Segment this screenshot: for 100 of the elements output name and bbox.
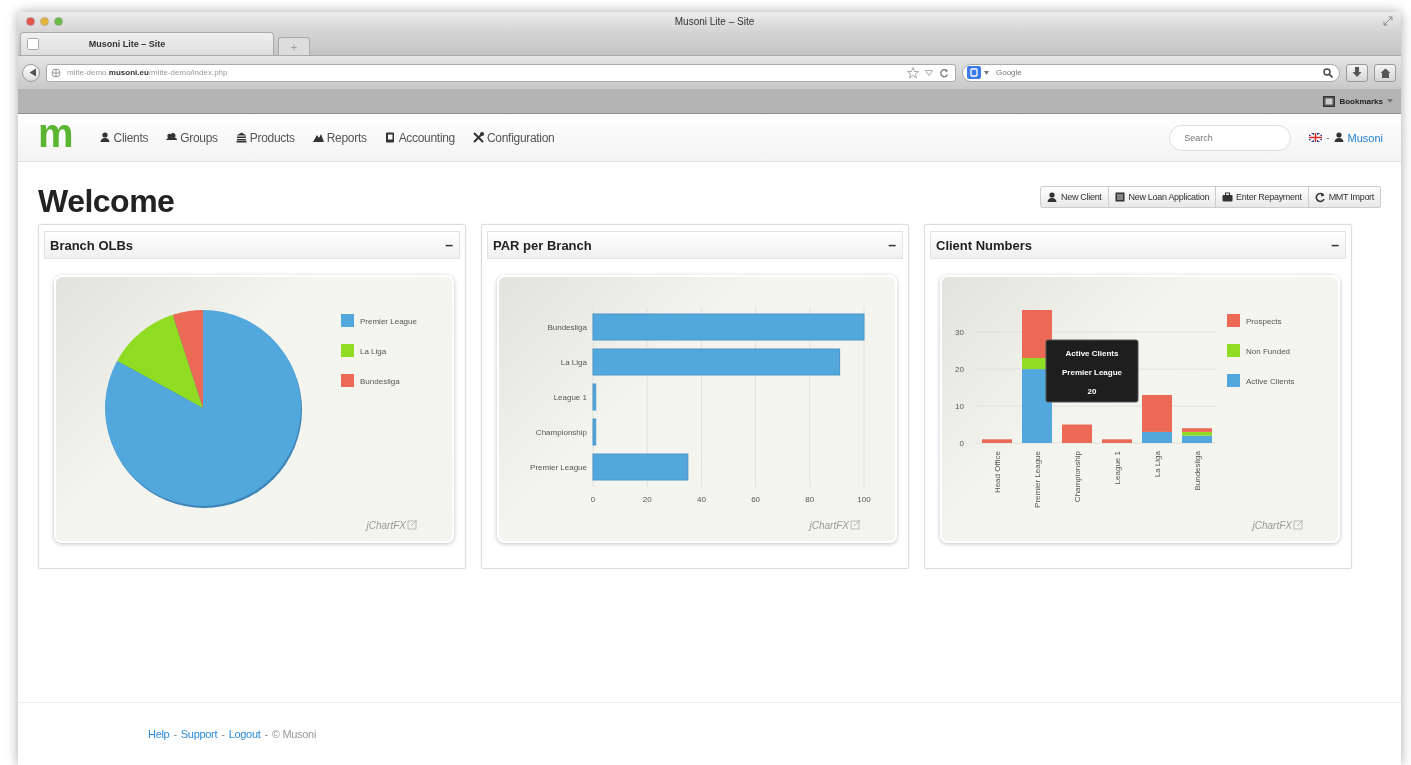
star-icon[interactable] xyxy=(907,66,919,79)
action-button[interactable]: MMT Import xyxy=(1308,186,1381,208)
address-bar[interactable]: mlite-demo.musoni.eu/mlite-demo/index.php xyxy=(46,63,956,82)
collapse-button[interactable]: – xyxy=(888,237,896,253)
list-icon xyxy=(1114,191,1126,203)
bookmarks-button[interactable]: Bookmarks xyxy=(1323,95,1383,107)
legend-label: Bundesliga xyxy=(360,377,400,386)
search-field[interactable]: Google xyxy=(992,68,1320,77)
search-field[interactable]: Search xyxy=(1169,124,1292,151)
legend-label: Premier League xyxy=(360,317,417,326)
panel-title: PAR per Branch xyxy=(493,237,592,253)
home-icon xyxy=(1379,67,1391,78)
refresh-icon xyxy=(1314,191,1326,203)
axis-tick-label: 20 xyxy=(955,365,964,375)
external-link-icon[interactable] xyxy=(850,519,861,530)
person-icon xyxy=(1047,191,1059,203)
collapse-button[interactable]: – xyxy=(1331,237,1339,253)
collapse-button[interactable]: – xyxy=(445,237,453,253)
footer-link[interactable]: Logout xyxy=(228,728,261,740)
axis-tick-label: 100 xyxy=(857,495,871,504)
tools-icon xyxy=(473,132,484,143)
nav-link[interactable]: Accounting xyxy=(384,130,455,145)
flag-icon[interactable] xyxy=(1309,133,1323,142)
category-label: Championship xyxy=(1073,451,1082,503)
book-icon xyxy=(384,132,396,143)
nav-link[interactable]: Clients xyxy=(99,130,149,145)
axis-tick-label: 80 xyxy=(805,495,815,504)
category-label: Bundesliga xyxy=(547,323,587,332)
category-label: League 1 xyxy=(553,393,587,402)
nav-link[interactable]: Products xyxy=(235,130,295,145)
bar-segment[interactable] xyxy=(1022,310,1052,359)
search-bar[interactable]: Google xyxy=(962,63,1340,82)
person-icon xyxy=(1333,132,1345,143)
category-label: Bundesliga xyxy=(1193,451,1202,491)
dropdown-icon[interactable] xyxy=(984,70,989,75)
action-button[interactable]: New Client xyxy=(1040,186,1109,208)
browser-tab[interactable]: Musoni Lite – Site xyxy=(20,32,274,55)
category-label: Premier League xyxy=(1033,451,1042,508)
legend-label: Non Funded xyxy=(1246,347,1291,356)
action-button[interactable]: Enter Repayment xyxy=(1216,186,1309,208)
footer-link[interactable]: Help xyxy=(148,728,170,740)
bookmarks-icon xyxy=(1323,95,1336,107)
nav-link[interactable]: Reports xyxy=(312,130,367,145)
separator: - xyxy=(1326,132,1330,143)
panel-title: Branch OLBs xyxy=(50,237,134,253)
bar-segment[interactable] xyxy=(1022,369,1052,443)
external-link-icon[interactable] xyxy=(407,519,418,530)
category-label: League 1 xyxy=(1113,451,1122,485)
legend-label: Active Clients xyxy=(1246,377,1295,386)
chart-tooltip: Active Clients Premier League 20 xyxy=(1045,339,1139,403)
axis-tick-label: 0 xyxy=(590,495,596,504)
axis-tick-label: 60 xyxy=(751,495,761,504)
download-icon xyxy=(1352,67,1362,78)
bar[interactable] xyxy=(592,383,597,411)
fullscreen-icon[interactable] xyxy=(1383,16,1393,26)
category-label: La Liga xyxy=(560,358,587,367)
copyright-text: © Musoni xyxy=(271,728,317,740)
separator: - xyxy=(264,728,268,740)
axis-tick-label: 30 xyxy=(955,328,964,338)
footer-link[interactable]: Support xyxy=(180,728,218,740)
legend-label: La Liga xyxy=(360,347,387,356)
person-icon xyxy=(99,132,111,143)
page-icon xyxy=(27,38,39,50)
reload-icon[interactable] xyxy=(939,67,949,78)
group-icon xyxy=(166,132,178,143)
axis-tick-label: 40 xyxy=(696,495,706,504)
bar[interactable] xyxy=(592,418,597,446)
action-button[interactable]: New Loan Application xyxy=(1108,186,1217,208)
back-icon xyxy=(28,68,37,77)
legend-label: Prospects xyxy=(1246,317,1282,326)
user-link[interactable]: Musoni xyxy=(1333,131,1383,144)
external-link-icon[interactable] xyxy=(1293,519,1304,530)
search-engine-icon[interactable] xyxy=(967,66,981,79)
page-title: Welcome xyxy=(38,183,175,220)
globe-icon xyxy=(51,67,61,78)
axis-tick-label: 10 xyxy=(955,402,964,412)
nav-link[interactable]: Configuration xyxy=(473,130,555,145)
back-button[interactable] xyxy=(22,63,40,82)
axis-tick-label: 0 xyxy=(959,439,964,448)
category-label: Head Office xyxy=(993,451,1002,494)
bank-icon xyxy=(235,132,247,143)
download-button[interactable] xyxy=(1346,63,1368,82)
dropdown-icon[interactable] xyxy=(925,69,933,76)
category-label: Championship xyxy=(535,428,587,437)
bar[interactable] xyxy=(592,313,865,341)
chart-icon xyxy=(312,132,324,143)
dropdown-icon[interactable] xyxy=(1387,99,1393,103)
search-icon[interactable] xyxy=(1323,67,1333,78)
axis-tick-label: 20 xyxy=(642,495,652,504)
category-label: La Liga xyxy=(1153,451,1162,478)
category-label: Premier League xyxy=(530,463,587,472)
briefcase-icon xyxy=(1222,191,1234,203)
separator: - xyxy=(173,728,177,740)
separator: - xyxy=(221,728,225,740)
window-title: Musoni Lite – Site xyxy=(673,15,756,27)
panel-title: Client Numbers xyxy=(936,237,1033,253)
bar[interactable] xyxy=(592,348,841,376)
nav-link[interactable]: Groups xyxy=(166,130,218,145)
home-button[interactable] xyxy=(1374,63,1396,82)
bar[interactable] xyxy=(592,453,689,481)
